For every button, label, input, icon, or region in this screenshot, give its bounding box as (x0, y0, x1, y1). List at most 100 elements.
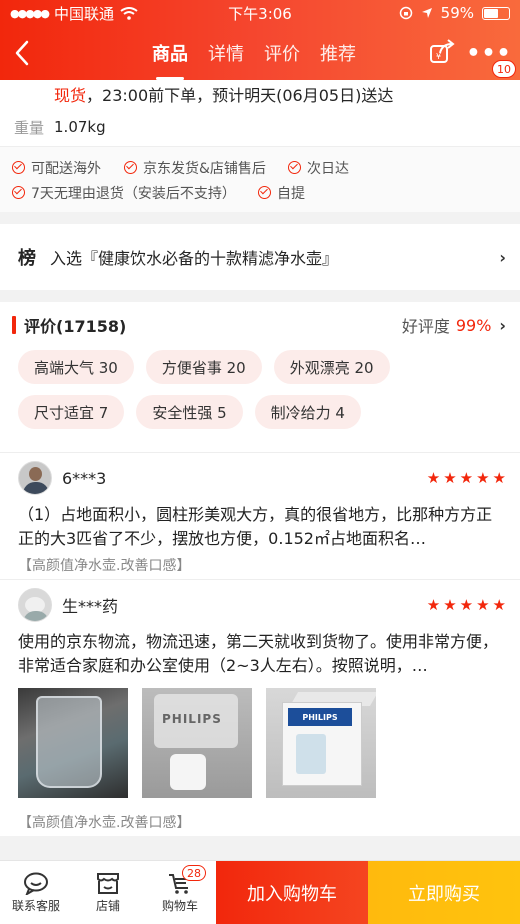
star-icon: ★ (476, 596, 490, 614)
review-tag[interactable]: 外观漂亮 20 (273, 350, 390, 384)
service-item: 次日达 (288, 158, 349, 178)
share-icon: ¥ (430, 39, 455, 63)
stock-status: 现货 (54, 86, 87, 105)
more-badge: 10 (492, 60, 516, 78)
review-photo[interactable]: PHILIPS (142, 688, 252, 798)
review-product-tag: 【高颜值净水壶.改善口感】 (18, 815, 191, 831)
shop-label: 店铺 (95, 899, 120, 913)
service-row: 7天无理由退货（安装后不支持） 自提 (12, 180, 508, 205)
nav-bar: 商品 详情 评价 推荐 ¥ ••• 10 (0, 26, 520, 80)
review-item[interactable]: 生***药 ★ ★ ★ ★ ★ 使用的京东物流，物流迅速，第二天就收到货物了。使用非常方… (0, 579, 520, 836)
svg-text:¥: ¥ (436, 52, 441, 61)
shop-button[interactable]: 店铺 (72, 861, 144, 924)
status-bar: ●●●●● 中国联通 下午3:06 59% (0, 0, 520, 26)
star-icon: ★ (476, 469, 490, 487)
review-text: 使用的京东物流，物流迅速，第二天就收到货物了。使用非常方便，非常适合家庭和办公室… (18, 632, 499, 675)
service-row: 可配送海外 京东发货&店铺售后 次日达 (12, 155, 508, 180)
delivery-info: 现货 ，23:00前下单，预计明天(06月05日)送达 (0, 80, 520, 108)
battery-icon (482, 6, 510, 20)
star-icon: ★ (492, 596, 506, 614)
customer-service-label: 联系客服 (11, 899, 60, 913)
divider (0, 212, 520, 224)
review-photos: PHILIPS PHILIPS (18, 688, 510, 798)
service-item: 7天无理由退货（安装后不支持） (12, 183, 258, 203)
review-item[interactable]: 6***3 ★ ★ ★ ★ ★ （1）占地面积小，圆柱形美观大方，真的很省地方，比那种方… (0, 452, 520, 579)
cart-count-badge: 28 (182, 865, 206, 881)
review-photo[interactable]: PHILIPS (266, 688, 376, 798)
delivery-section: 现货 ，23:00前下单，预计明天(06月05日)送达 重量 1.07kg 可配… (0, 80, 520, 212)
star-icon: ★ (459, 596, 474, 614)
cart-label: 购物车 (161, 899, 198, 913)
chat-icon (24, 872, 48, 895)
chevron-right-icon: › (499, 247, 506, 267)
back-button[interactable] (14, 36, 44, 70)
service-item: 自提 (258, 183, 305, 203)
rating-value: 99% (455, 315, 492, 335)
status-time: 下午3:06 (228, 4, 292, 23)
reviews-header[interactable]: 评价(17158) 好评度 99% › (0, 302, 520, 348)
cart-button[interactable]: 购物车 28 (144, 861, 216, 924)
ranking-text: 入选『健康饮水必备的十款精滤净水壶』 (50, 249, 339, 268)
back-arrow-icon (15, 40, 29, 66)
weight-label: 重量 (14, 118, 45, 137)
product-page: ●●●●● 中国联通 下午3:06 59% 商品 详情 评价 推荐 ¥ ••• … (0, 0, 520, 924)
chevron-right-icon: › (499, 315, 506, 335)
signal-icon: ●●●●● (10, 6, 50, 20)
star-rating: ★ ★ ★ ★ ★ (427, 596, 510, 614)
review-tag[interactable]: 方便省事 20 (145, 350, 262, 384)
customer-service-button[interactable]: 联系客服 (0, 861, 72, 924)
weight-row: 重量 1.07kg (0, 108, 520, 146)
review-tag[interactable]: 制冷给力 4 (254, 395, 361, 429)
review-tag[interactable]: 高端大气 30 (18, 350, 134, 384)
carrier-label: 中国联通 (54, 4, 115, 23)
buy-now-button[interactable]: 立即购买 (368, 861, 520, 924)
review-header: 生***药 ★ ★ ★ ★ ★ (18, 580, 510, 630)
review-username: 生***药 (62, 597, 119, 616)
reviews-section: 评价(17158) 好评度 99% › 高端大气 30 方便省事 20 外观漂亮… (0, 302, 520, 836)
service-item: 可配送海外 (12, 158, 124, 178)
nav-tabs: 商品 详情 评价 推荐 (150, 26, 358, 80)
tab-product[interactable]: 商品 (150, 40, 190, 80)
tag-row: 高端大气 30 方便省事 20 外观漂亮 20 (18, 350, 520, 384)
tab-reviews[interactable]: 评价 (262, 40, 302, 66)
star-icon: ★ (426, 469, 441, 487)
weight-value: 1.07kg (54, 118, 106, 136)
bottom-bar: 联系客服 店铺 购物车 28 加入购物车 立即购买 (0, 860, 520, 924)
star-icon: ★ (426, 596, 441, 614)
wifi-icon (120, 6, 138, 20)
share-button[interactable]: ¥ (428, 38, 458, 68)
lock-rotation-icon (399, 6, 412, 20)
check-circle-icon (12, 161, 25, 174)
star-icon: ★ (492, 469, 506, 487)
delivery-text: ，23:00前下单，预计明天(06月05日)送达 (86, 86, 394, 105)
check-circle-icon (12, 186, 25, 199)
review-photo[interactable] (18, 688, 128, 798)
service-list[interactable]: 可配送海外 京东发货&店铺售后 次日达 7天无理由退货（安装后不支持） 自提 (0, 146, 520, 212)
add-to-cart-button[interactable]: 加入购物车 (216, 861, 368, 924)
review-username: 6***3 (62, 468, 107, 488)
service-item: 京东发货&店铺售后 (124, 158, 288, 178)
tab-recommend[interactable]: 推荐 (318, 40, 358, 66)
location-icon (421, 8, 432, 18)
avatar (18, 461, 52, 495)
ranking-badge: 榜 (18, 248, 36, 269)
shop-icon (97, 873, 119, 894)
star-icon: ★ (443, 596, 457, 614)
tab-details[interactable]: 详情 (206, 40, 246, 66)
review-tag[interactable]: 尺寸适宜 7 (18, 395, 125, 429)
review-text: （1）占地面积小，圆柱形美观大方，真的很省地方，比那种方方正正的大3匹省了不少，… (18, 505, 493, 548)
review-tags: 高端大气 30 方便省事 20 外观漂亮 20 尺寸适宜 7 安全性强 5 制冷… (0, 348, 520, 452)
review-product-tag: 【高颜值净水壶.改善口感】 (18, 558, 191, 574)
star-rating: ★ ★ ★ ★ ★ (427, 469, 510, 487)
review-header: 6***3 ★ ★ ★ ★ ★ (18, 453, 510, 503)
avatar (18, 588, 52, 622)
review-tag[interactable]: 安全性强 5 (136, 395, 243, 429)
header: ●●●●● 中国联通 下午3:06 59% 商品 详情 评价 推荐 ¥ ••• … (0, 0, 520, 80)
ranking-row[interactable]: 榜 入选『健康饮水必备的十款精滤净水壶』 › (0, 224, 520, 290)
battery-percent: 59% (440, 4, 474, 22)
star-icon: ★ (443, 469, 457, 487)
content: 现货 ，23:00前下单，预计明天(06月05日)送达 重量 1.07kg 可配… (0, 80, 520, 836)
check-circle-icon (288, 161, 301, 174)
check-circle-icon (124, 161, 137, 174)
rating-label: 好评度 (401, 317, 450, 336)
